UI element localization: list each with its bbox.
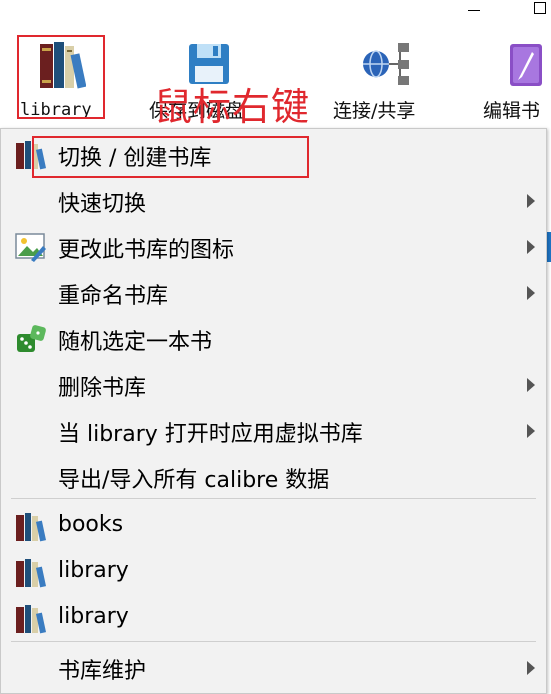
menu-item-label: 随机选定一本书 <box>58 330 213 355</box>
library-context-menu: 切换 / 创建书库 快速切换 更改此书库的图标 重命名书库 随机选定一本书 删除… <box>0 128 547 694</box>
submenu-arrow-icon <box>527 286 535 300</box>
menu-item-library-books[interactable]: books <box>1 504 546 550</box>
network-globe-icon <box>363 43 409 85</box>
menu-item-library-1[interactable]: library <box>1 550 546 596</box>
menu-item-delete-library[interactable]: 删除书库 <box>1 362 546 408</box>
menu-item-label: library <box>58 558 129 583</box>
submenu-arrow-icon <box>527 378 535 392</box>
menu-item-change-library-icon[interactable]: 更改此书库的图标 <box>1 224 546 270</box>
library-books-icon <box>16 605 47 634</box>
menu-separator <box>11 641 536 642</box>
menu-item-quick-switch[interactable]: 快速切换 <box>1 178 546 224</box>
menu-item-library-maintenance[interactable]: 书库维护 <box>1 645 546 691</box>
toolbar: library 保存到磁盘 鼠标右键 连接/共享 编辑书 <box>0 28 551 129</box>
highlight-box-switch <box>32 136 309 178</box>
edit-book-label: 编辑书 <box>483 100 541 122</box>
menu-item-rename-library[interactable]: 重命名书库 <box>1 270 546 316</box>
connect-share-label: 连接/共享 <box>333 100 416 122</box>
menu-item-export-import-data[interactable]: 导出/导入所有 calibre 数据 <box>1 454 546 500</box>
submenu-arrow-icon <box>527 194 535 208</box>
menu-item-label: 重命名书库 <box>58 284 169 309</box>
library-books-icon <box>16 559 47 588</box>
menu-item-label: 导出/导入所有 calibre 数据 <box>58 468 330 493</box>
menu-item-label: books <box>58 512 124 537</box>
maximize-button[interactable] <box>534 2 546 14</box>
menu-item-label: 删除书库 <box>58 376 147 401</box>
submenu-arrow-icon <box>527 240 535 254</box>
menu-item-label: 快速切换 <box>58 192 147 217</box>
menu-item-label: 当 library 打开时应用虚拟书库 <box>58 422 363 447</box>
highlight-box-library <box>17 35 105 119</box>
edit-book-button[interactable]: 编辑书 <box>480 28 551 128</box>
change-icon-image-icon <box>15 233 46 262</box>
submenu-arrow-icon <box>527 424 535 438</box>
dice-icon <box>17 325 46 352</box>
connect-share-button[interactable]: 连接/共享 <box>330 28 445 128</box>
library-books-icon <box>16 513 47 542</box>
submenu-arrow-icon <box>527 661 535 675</box>
menu-item-label: 更改此书库的图标 <box>58 238 235 263</box>
menu-separator <box>11 498 536 499</box>
edit-book-icon <box>510 44 542 86</box>
minimize-button[interactable] <box>464 0 488 24</box>
menu-item-library-2[interactable]: library <box>1 596 546 642</box>
menu-item-label: 书库维护 <box>58 659 147 684</box>
menu-item-random-book[interactable]: 随机选定一本书 <box>1 316 546 362</box>
menu-item-apply-virtual-library[interactable]: 当 library 打开时应用虚拟书库 <box>1 408 546 454</box>
menu-item-label: library <box>58 604 129 629</box>
annotation-right-click: 鼠标右键 <box>154 85 311 129</box>
